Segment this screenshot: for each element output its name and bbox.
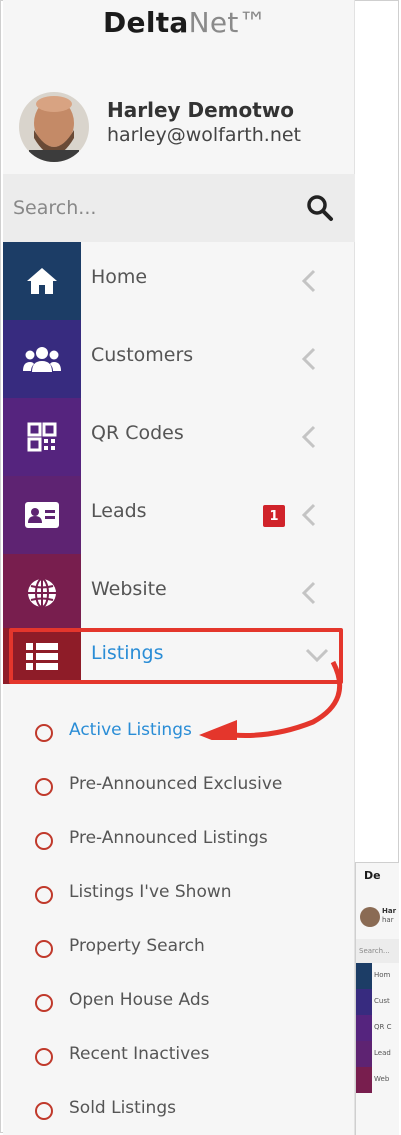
mini-email: har: [382, 916, 394, 924]
mini-id-card-icon: [356, 1041, 372, 1067]
submenu-label: Sold Listings: [69, 1098, 176, 1118]
mini-row-leads: Lead: [356, 1041, 399, 1067]
nav-item-home[interactable]: Home: [3, 242, 355, 320]
users-icon: [3, 320, 81, 398]
mini-logo: De: [364, 869, 381, 882]
submenu-label: Recent Inactives: [69, 1044, 210, 1064]
circle-icon: [35, 886, 53, 904]
nav-label-home: Home: [91, 266, 148, 288]
user-profile[interactable]: Harley Demotwo harley@wolfarth.net: [19, 92, 349, 162]
search-input[interactable]: [3, 174, 293, 242]
mini-label: Lead: [374, 1049, 391, 1057]
mini-label: Cust: [374, 997, 390, 1005]
logo-light: Net™: [188, 6, 267, 39]
circle-icon: [35, 940, 53, 958]
app-logo: DeltaNet™: [103, 6, 267, 39]
mini-label: Hom: [374, 971, 391, 979]
home-icon: [3, 242, 81, 320]
mini-users-icon: [356, 989, 372, 1015]
mini-label: Web: [374, 1075, 390, 1083]
submenu-label: Listings I've Shown: [69, 882, 232, 902]
circle-icon: [35, 1048, 53, 1066]
user-email: harley@wolfarth.net: [107, 124, 302, 146]
user-name: Harley Demotwo: [107, 98, 295, 122]
submenu-label: Active Listings: [69, 720, 192, 740]
callout-arrow: [199, 660, 343, 740]
nav-item-website[interactable]: Website: [3, 554, 355, 632]
logo-bold: Delta: [103, 6, 189, 39]
mini-row-home: Hom: [356, 963, 399, 989]
mini-row-qr: QR C: [356, 1015, 399, 1041]
circle-icon: [35, 778, 53, 796]
circle-icon: [35, 994, 53, 1012]
mini-home-icon: [356, 963, 372, 989]
nav-item-leads[interactable]: Leads 1: [3, 476, 355, 554]
globe-icon: [3, 554, 81, 632]
mini-name: Har: [382, 907, 397, 915]
submenu-label: Open House Ads: [69, 990, 210, 1010]
chevron-left-icon: [301, 269, 316, 293]
mini-label: QR C: [374, 1023, 392, 1031]
submenu-label: Property Search: [69, 936, 205, 956]
sidebar-thumbnail-preview: De Har har Search... Hom Cust QR C Lead …: [355, 862, 399, 1135]
circle-icon: [35, 1102, 53, 1120]
leads-count-badge: 1: [263, 505, 285, 527]
mini-qr-code-icon: [356, 1015, 372, 1041]
mini-row-website: Web: [356, 1067, 399, 1093]
mini-row-customers: Cust: [356, 989, 399, 1015]
chevron-left-icon: [301, 425, 316, 449]
mini-globe-icon: [356, 1067, 372, 1093]
sidebar: DeltaNet™ Harley Demotwo harley@wolfarth…: [3, 0, 355, 1135]
chevron-left-icon: [301, 503, 316, 527]
circle-icon: [35, 724, 53, 742]
mini-search: Search...: [356, 939, 399, 963]
search-icon[interactable]: [305, 193, 335, 223]
id-card-icon: [3, 476, 81, 554]
mini-avatar: [360, 907, 380, 927]
nav-label-website: Website: [91, 578, 167, 600]
nav-label-qr-codes: QR Codes: [91, 422, 184, 444]
nav-item-qr-codes[interactable]: QR Codes: [3, 398, 355, 476]
submenu-label: Pre-Announced Listings: [69, 828, 268, 848]
nav-label-customers: Customers: [91, 344, 194, 366]
search-bar: [3, 174, 355, 242]
nav-label-leads: Leads: [91, 500, 147, 522]
submenu-label: Pre-Announced Exclusive: [69, 774, 283, 794]
circle-icon: [35, 832, 53, 850]
chevron-left-icon: [301, 347, 316, 371]
qr-code-icon: [3, 398, 81, 476]
avatar[interactable]: [19, 92, 89, 162]
chevron-left-icon: [301, 581, 316, 605]
nav-item-customers[interactable]: Customers: [3, 320, 355, 398]
